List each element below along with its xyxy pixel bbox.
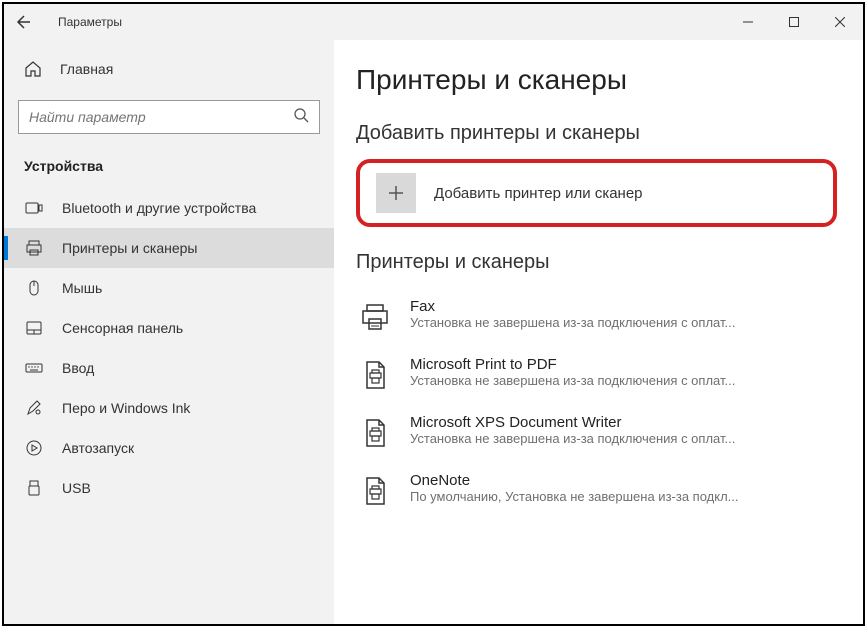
- search-box[interactable]: [18, 100, 320, 134]
- window-title: Параметры: [58, 15, 122, 29]
- sidebar-item-label: Автозапуск: [62, 440, 134, 456]
- bluetooth-icon: [24, 198, 44, 218]
- autoplay-icon: [24, 438, 44, 458]
- settings-window: Параметры Главная Устройства Bluetooth и…: [2, 2, 865, 626]
- document-printer-icon: [356, 472, 394, 510]
- sidebar-item-label: USB: [62, 480, 91, 496]
- close-icon: [835, 17, 845, 27]
- printer-status: По умолчанию, Установка не завершена из-…: [410, 489, 739, 504]
- sidebar-item-usb[interactable]: USB: [4, 468, 334, 508]
- sidebar-item-autoplay[interactable]: Автозапуск: [4, 428, 334, 468]
- maximize-icon: [789, 17, 799, 27]
- printer-status: Установка не завершена из-за подключения…: [410, 373, 735, 388]
- printer-name: Microsoft Print to PDF: [410, 356, 735, 373]
- plus-icon: [376, 173, 416, 213]
- usb-icon: [24, 478, 44, 498]
- close-button[interactable]: [817, 6, 863, 38]
- sidebar-item-label: Ввод: [62, 360, 94, 376]
- sidebar-item-label: Bluetooth и другие устройства: [62, 200, 256, 216]
- page-title: Принтеры и сканеры: [356, 64, 863, 96]
- printer-item-onenote[interactable]: OneNote По умолчанию, Установка не завер…: [356, 462, 863, 520]
- printer-name: Fax: [410, 298, 735, 315]
- titlebar: Параметры: [4, 4, 863, 40]
- add-printer-button[interactable]: Добавить принтер или сканер: [356, 159, 837, 227]
- main-content: Принтеры и сканеры Добавить принтеры и с…: [334, 40, 863, 624]
- sidebar-item-bluetooth[interactable]: Bluetooth и другие устройства: [4, 188, 334, 228]
- home-nav[interactable]: Главная: [4, 52, 334, 86]
- printer-icon: [24, 238, 44, 258]
- sidebar-item-pen[interactable]: Перо и Windows Ink: [4, 388, 334, 428]
- minimize-icon: [743, 17, 753, 27]
- document-printer-icon: [356, 414, 394, 452]
- arrow-left-icon: [16, 14, 32, 30]
- add-printer-label: Добавить принтер или сканер: [434, 185, 643, 202]
- printer-status: Установка не завершена из-за подключения…: [410, 315, 735, 330]
- printer-list: Fax Установка не завершена из-за подключ…: [356, 288, 863, 520]
- printer-item-pdf[interactable]: Microsoft Print to PDF Установка не заве…: [356, 346, 863, 404]
- sidebar-item-typing[interactable]: Ввод: [4, 348, 334, 388]
- section-title: Устройства: [4, 148, 334, 188]
- list-heading: Принтеры и сканеры: [356, 251, 863, 274]
- pen-icon: [24, 398, 44, 418]
- sidebar-item-mouse[interactable]: Мышь: [4, 268, 334, 308]
- home-icon: [24, 60, 42, 78]
- window-controls: [725, 6, 863, 38]
- sidebar-item-label: Перо и Windows Ink: [62, 400, 190, 416]
- sidebar-item-printers[interactable]: Принтеры и сканеры: [4, 228, 334, 268]
- printer-status: Установка не завершена из-за подключения…: [410, 431, 735, 446]
- keyboard-icon: [24, 358, 44, 378]
- printer-name: OneNote: [410, 472, 739, 489]
- printer-item-fax[interactable]: Fax Установка не завершена из-за подключ…: [356, 288, 863, 346]
- sidebar: Главная Устройства Bluetooth и другие ус…: [4, 40, 334, 624]
- maximize-button[interactable]: [771, 6, 817, 38]
- mouse-icon: [24, 278, 44, 298]
- printer-item-xps[interactable]: Microsoft XPS Document Writer Установка …: [356, 404, 863, 462]
- home-label: Главная: [60, 61, 113, 77]
- search-icon: [293, 107, 309, 128]
- search-input[interactable]: [29, 109, 293, 125]
- printer-name: Microsoft XPS Document Writer: [410, 414, 735, 431]
- minimize-button[interactable]: [725, 6, 771, 38]
- sidebar-item-label: Принтеры и сканеры: [62, 240, 197, 256]
- back-button[interactable]: [4, 4, 44, 40]
- window-body: Главная Устройства Bluetooth и другие ус…: [4, 40, 863, 624]
- add-heading: Добавить принтеры и сканеры: [356, 122, 863, 145]
- touchpad-icon: [24, 318, 44, 338]
- fax-icon: [356, 298, 394, 336]
- document-printer-icon: [356, 356, 394, 394]
- sidebar-item-label: Сенсорная панель: [62, 320, 183, 336]
- sidebar-item-label: Мышь: [62, 280, 102, 296]
- sidebar-item-touchpad[interactable]: Сенсорная панель: [4, 308, 334, 348]
